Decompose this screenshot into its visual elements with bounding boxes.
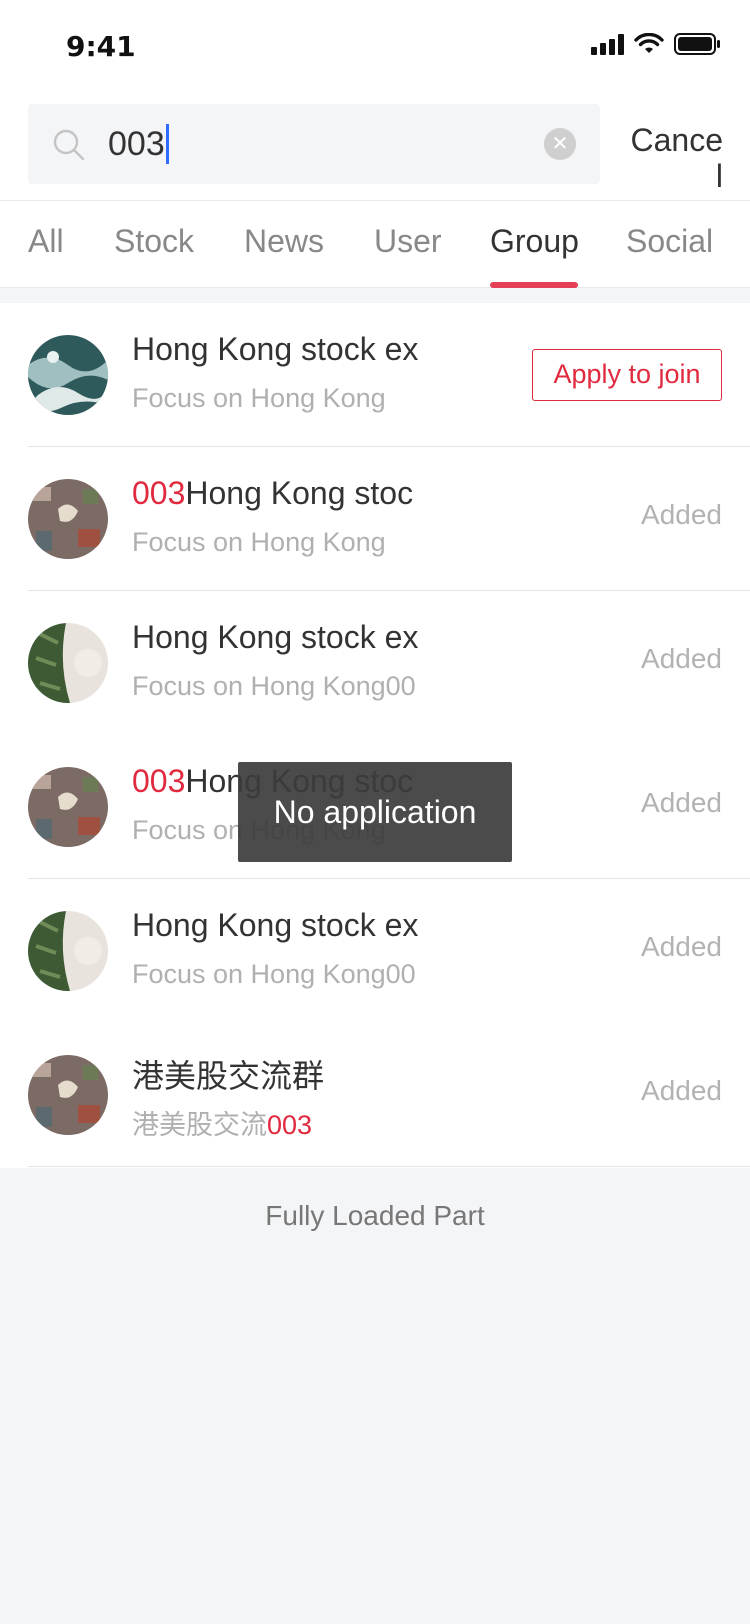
- battery-icon: [674, 33, 720, 55]
- added-status: Added: [641, 931, 722, 962]
- added-status: Added: [641, 1075, 722, 1106]
- cellular-signal-icon: [591, 33, 624, 55]
- tab-social[interactable]: Social: [626, 223, 713, 260]
- category-tabs: All Stock News User Group Social: [0, 200, 750, 288]
- tab-all[interactable]: All: [28, 223, 64, 260]
- tab-group[interactable]: Group: [490, 223, 579, 260]
- added-status: Added: [641, 499, 722, 530]
- group-description: Focus on Hong Kong00: [132, 959, 416, 989]
- group-title: Hong Kong stock ex: [132, 619, 419, 655]
- city-aerial-image: [28, 767, 108, 847]
- clear-icon[interactable]: ✕: [544, 128, 576, 160]
- search-input[interactable]: 003 ✕: [28, 104, 600, 184]
- group-list: Hong Kong stock ex Focus on Hong Kong Ap…: [0, 303, 750, 1168]
- status-time: 9:41: [66, 30, 136, 63]
- search-query-text: 003: [108, 125, 165, 163]
- list-item[interactable]: 港美股交流群 港美股交流003 Added: [0, 1023, 750, 1167]
- tab-user[interactable]: User: [374, 223, 442, 260]
- added-status: Added: [641, 787, 722, 818]
- active-tab-indicator: [490, 282, 578, 288]
- group-title: Hong Kong stock ex: [132, 907, 419, 943]
- list-item[interactable]: Hong Kong stock ex Focus on Hong Kong00 …: [0, 879, 750, 1023]
- group-description: Focus on Hong Kong: [132, 383, 386, 413]
- apply-to-join-button[interactable]: Apply to join: [532, 349, 722, 401]
- city-aerial-image: [28, 1055, 108, 1135]
- city-aerial-image: [28, 479, 108, 559]
- group-title: 003Hong Kong stoc: [132, 475, 414, 511]
- tab-news[interactable]: News: [244, 223, 324, 260]
- group-title: Hong Kong stock ex: [132, 331, 419, 367]
- toast-message: No application: [238, 762, 512, 862]
- list-item[interactable]: Hong Kong stock ex Focus on Hong Kong Ap…: [0, 303, 750, 447]
- divider: [28, 1166, 750, 1167]
- fully-loaded-footer: Fully Loaded Part: [265, 1200, 485, 1231]
- text-caret: [165, 124, 169, 164]
- status-icons: [591, 32, 722, 56]
- ocean-waves-image: [28, 335, 108, 415]
- cancel-button[interactable]: Cancel: [628, 122, 724, 194]
- group-description: 港美股交流003: [132, 1110, 313, 1140]
- list-item[interactable]: 003Hong Kong stoc Focus on Hong Kong Add…: [0, 447, 750, 591]
- group-description: Focus on Hong Kong00: [132, 671, 416, 701]
- search-value[interactable]: 003: [108, 122, 169, 166]
- status-bar: 9:41: [0, 0, 750, 92]
- group-title: 港美股交流群: [132, 1058, 325, 1094]
- tab-stock[interactable]: Stock: [114, 223, 194, 260]
- wifi-icon: [634, 33, 664, 53]
- added-status: Added: [641, 643, 722, 674]
- search-header: 003 ✕ Cancel: [0, 92, 750, 200]
- list-item[interactable]: Hong Kong stock ex Focus on Hong Kong00 …: [0, 591, 750, 735]
- search-icon: [53, 129, 85, 161]
- group-description: Focus on Hong Kong: [132, 527, 386, 557]
- beach-palms-image: [28, 911, 108, 991]
- beach-palms-image: [28, 623, 108, 703]
